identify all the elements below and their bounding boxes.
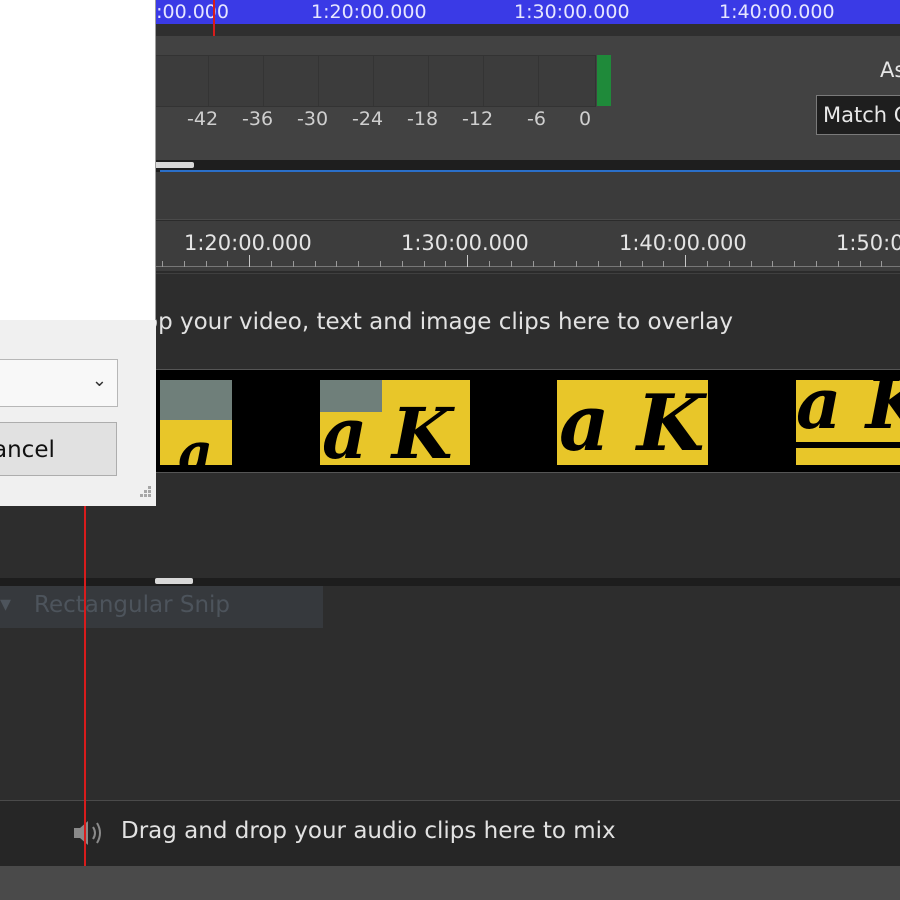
meter-scale-label: 0 xyxy=(579,108,592,130)
meter-segment xyxy=(483,56,484,106)
meter-peak-indicator xyxy=(597,55,611,106)
video-thumbnail[interactable]: a K xyxy=(320,380,470,465)
status-bar xyxy=(0,866,900,900)
chevron-down-icon: ⌄ xyxy=(91,370,107,391)
preview-ruler-label: 0:00.000 xyxy=(144,1,229,23)
ruler-tick xyxy=(576,261,577,267)
speaker-icon xyxy=(74,821,101,845)
video-thumbnail[interactable]: a K xyxy=(796,380,900,465)
ruler-tick xyxy=(794,261,795,267)
ruler-tick xyxy=(533,261,534,267)
ruler-tick xyxy=(424,261,425,267)
ruler-tick xyxy=(598,261,599,267)
ruler-tick xyxy=(271,261,272,267)
meter-scale-label: -30 xyxy=(297,108,329,130)
meter-scale-label: -6 xyxy=(527,108,546,130)
track-splitter[interactable] xyxy=(0,578,900,586)
match-aspect-button[interactable]: Match C xyxy=(816,95,900,135)
ruler-tick-major xyxy=(685,255,686,267)
meter-scale-label: -42 xyxy=(187,108,219,130)
meter-segment xyxy=(208,56,209,106)
meter-scale-label: -12 xyxy=(462,108,494,130)
ruler-tick xyxy=(227,261,228,267)
ruler-tick xyxy=(511,261,512,267)
preview-ruler-label: 1:20:00.000 xyxy=(311,1,427,23)
ruler-tick xyxy=(860,261,861,267)
preview-ruler-label: 1:30:00.000 xyxy=(514,1,630,23)
ruler-tick xyxy=(336,261,337,267)
timeline-playhead[interactable] xyxy=(84,500,86,866)
thumbnail-background xyxy=(160,380,232,420)
ruler-tick xyxy=(445,261,446,267)
overlay-track-hint: op your video, text and image clips here… xyxy=(144,309,733,335)
resize-grip-icon[interactable] xyxy=(138,486,152,500)
ruler-tick xyxy=(402,261,403,267)
thumbnail-text: a K xyxy=(559,380,705,465)
video-thumbnail[interactable]: a K xyxy=(557,380,708,465)
timeline-ruler-label: 1:30:00.000 xyxy=(401,231,529,255)
ruler-tick xyxy=(881,261,882,267)
preview-ruler-label: 1:40:00.000 xyxy=(719,1,835,23)
ruler-tick xyxy=(315,261,316,267)
thumbnail-text: a K xyxy=(178,420,232,465)
scissors-icon: ▾ xyxy=(0,592,12,617)
ruler-tick xyxy=(729,261,730,267)
thumbnail-text: a K xyxy=(796,380,900,445)
meter-segment xyxy=(318,56,319,106)
ruler-tick xyxy=(772,261,773,267)
snip-tooltip-label: Rectangular Snip xyxy=(34,592,231,618)
meter-segment xyxy=(538,56,539,106)
ruler-tick xyxy=(554,261,555,267)
ruler-tick xyxy=(707,261,708,267)
meter-scale-label: -18 xyxy=(407,108,439,130)
meter-scale-label: -36 xyxy=(242,108,274,130)
ruler-tick xyxy=(489,261,490,267)
ruler-tick xyxy=(380,261,381,267)
splitter-handle[interactable] xyxy=(155,578,193,584)
timeline-ruler-label: 1:20:00.000 xyxy=(184,231,312,255)
ruler-tick xyxy=(620,261,621,267)
splitter-handle[interactable] xyxy=(150,162,194,168)
audio-level-meter xyxy=(152,55,596,107)
timeline-ruler-label: 1:50:0 xyxy=(836,231,900,255)
thumbnail-text: a K xyxy=(322,392,453,465)
ruler-tick xyxy=(293,261,294,267)
ruler-tick xyxy=(838,261,839,267)
ruler-tick xyxy=(642,261,643,267)
dialog-button-area xyxy=(0,320,156,506)
aspect-ratio-label: As xyxy=(880,58,900,82)
dialog-dropdown[interactable]: ⌄ xyxy=(0,359,118,407)
thumbnail-band xyxy=(796,442,900,448)
ruler-tick xyxy=(358,261,359,267)
audio-track-hint: Drag and drop your audio clips here to m… xyxy=(121,818,616,844)
ruler-tick-major xyxy=(249,255,250,267)
meter-segment xyxy=(428,56,429,106)
meter-segment xyxy=(263,56,264,106)
ruler-tick xyxy=(751,261,752,267)
meter-segment xyxy=(373,56,374,106)
preview-playhead[interactable] xyxy=(213,0,215,36)
ruler-tick-major xyxy=(467,255,468,267)
ruler-tick xyxy=(162,261,163,267)
ruler-tick xyxy=(663,261,664,267)
ruler-tick xyxy=(206,261,207,267)
ruler-tick xyxy=(184,261,185,267)
meter-scale-label: -24 xyxy=(352,108,384,130)
cancel-button-label: ancel xyxy=(0,437,55,463)
timeline-ruler-label: 1:40:00.000 xyxy=(619,231,747,255)
ruler-tick xyxy=(816,261,817,267)
video-thumbnail[interactable]: a K xyxy=(160,380,232,465)
cancel-button[interactable]: ancel xyxy=(0,422,117,476)
